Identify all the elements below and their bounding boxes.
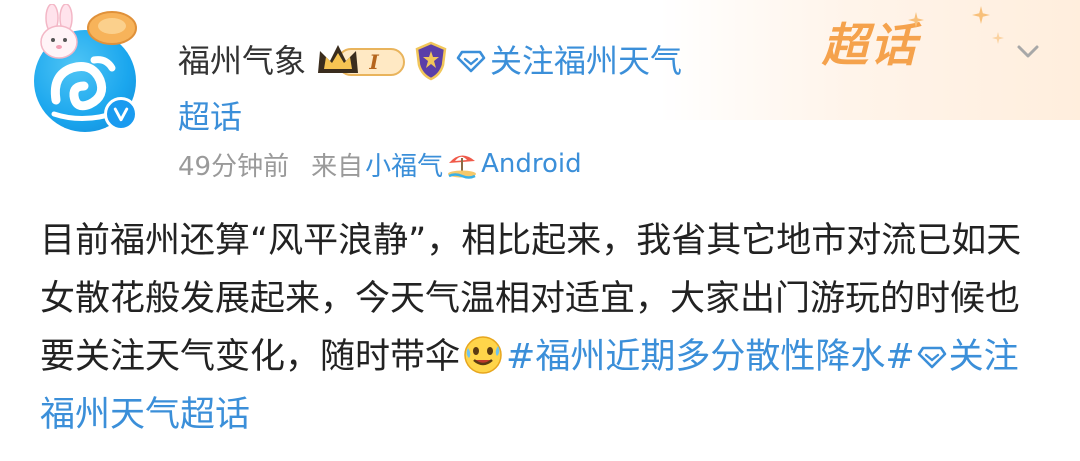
sweat-smile-emoji (464, 336, 502, 374)
source-name[interactable]: 小福气 (365, 146, 443, 183)
mooncake-icon (87, 11, 137, 45)
supertopic-corner-label: 超话 (822, 18, 918, 72)
crown-level-icon[interactable]: I (316, 41, 408, 81)
author-row: 福州气象 I 关注福州天气 (178, 36, 682, 86)
source-from-label: 来自 (311, 151, 364, 182)
chevron-down-icon[interactable] (1013, 36, 1043, 66)
supertopic-link[interactable]: 关注福州天气 (456, 36, 682, 86)
supertopic-corner-badge[interactable]: 超话 (822, 10, 962, 80)
post-body: 目前福州还算“风平浪静”，相比起来，我省其它地市对流已如天女散花般发展起来，今天… (40, 212, 1050, 444)
beach-umbrella-icon (448, 155, 477, 179)
level-badge-text: I (368, 50, 379, 74)
shield-guard-icon[interactable] (414, 41, 448, 81)
diamond-icon (917, 346, 946, 369)
author-name[interactable]: 福州气象 (178, 36, 306, 86)
sparkle-icon (992, 32, 1004, 44)
sparkle-icon (972, 6, 990, 24)
bunny-mascot-icon (40, 4, 78, 59)
supertopic-link-label: 关注福州天气 (490, 42, 683, 80)
weibo-post-card: 超话 福州气象 I 关注福州天气 超话 49分钟前 来自 小福气 Android… (0, 0, 1080, 461)
supertopic-link-label-cont[interactable]: 超话 (178, 92, 242, 142)
post-time: 49分钟前 (178, 151, 290, 182)
post-meta: 49分钟前 来自 小福气 Android (178, 144, 582, 184)
sparkle-icon (908, 12, 924, 28)
source-platform[interactable]: Android (481, 149, 582, 179)
verified-v-icon (104, 97, 138, 131)
hashtag-link[interactable]: #福州近期多分散性降水# (506, 337, 915, 377)
diamond-icon (456, 50, 486, 73)
